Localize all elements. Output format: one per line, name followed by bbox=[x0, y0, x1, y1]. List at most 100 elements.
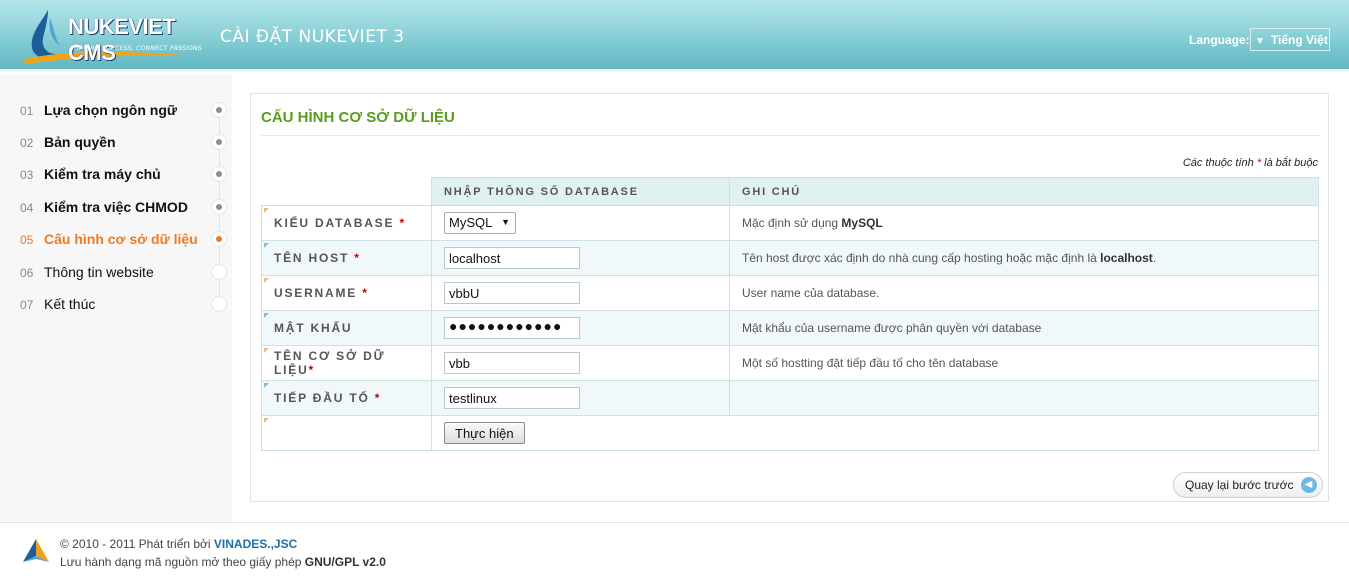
header: NUKEVIET CMS SHARING SUCCESS, CONNECT PA… bbox=[0, 0, 1349, 72]
step-label: Cấu hình cơ sở dữ liệu bbox=[44, 231, 198, 247]
back-button-label: Quay lại bước trước bbox=[1185, 478, 1294, 492]
table-header-row: NHẬP THÔNG SỐ DATABASE GHI CHÚ bbox=[261, 177, 1319, 206]
copyright-text: © 2010 - 2011 Phát triển bởi bbox=[60, 537, 214, 551]
table-row: USERNAME * User name của database. bbox=[261, 275, 1319, 311]
step-number: 01 bbox=[20, 104, 34, 118]
header-blank-cell bbox=[261, 177, 432, 206]
back-button[interactable]: Quay lại bước trước ◀ bbox=[1173, 472, 1323, 498]
required-star: * bbox=[1256, 157, 1262, 169]
required-note: Các thuộc tính * là bắt buộc bbox=[1183, 157, 1318, 169]
row-note: Tên host được xác định do nhà cung cấp h… bbox=[729, 240, 1319, 276]
row-label: MẬT KHẨU bbox=[261, 310, 432, 346]
required-star: * bbox=[362, 286, 369, 300]
chevron-down-icon: ▼ bbox=[1255, 36, 1265, 47]
required-star: * bbox=[354, 251, 361, 265]
database-config-panel: CẤU HÌNH CƠ SỞ DỮ LIỆU Các thuộc tính * … bbox=[250, 93, 1329, 502]
row-note: User name của database. bbox=[729, 275, 1319, 311]
required-note-prefix: Các thuộc tính bbox=[1182, 157, 1254, 169]
db-type-select[interactable]: MySQL ▼ bbox=[444, 212, 516, 234]
title-divider bbox=[261, 135, 1319, 136]
step-label: Kết thúc bbox=[44, 296, 96, 312]
step-website-info: 06 Thông tin website bbox=[0, 261, 232, 285]
row-note: Một số hostting đặt tiếp đầu tố cho tên … bbox=[729, 345, 1319, 381]
table-row: TÊN CƠ SỞ DỮ LIỆU* Một số hostting đặt t… bbox=[261, 345, 1319, 381]
row-label: USERNAME * bbox=[261, 275, 432, 311]
note-text: User name của database. bbox=[742, 286, 880, 300]
step-label: Kiểm tra máy chủ bbox=[44, 166, 161, 182]
license-text: Lưu hành dạng mã nguồn mở theo giấy phép bbox=[60, 555, 305, 569]
field-label-db-name: TÊN CƠ SỞ DỮ LIỆU bbox=[274, 349, 386, 377]
license-name: GNU/GPL v2.0 bbox=[304, 555, 386, 569]
field-label-password: MẬT KHẨU bbox=[274, 321, 353, 335]
note-text: Một số hostting đặt tiếp đầu tố cho tên … bbox=[742, 356, 999, 370]
step-status-dot-icon bbox=[211, 264, 227, 280]
step-server-check[interactable]: 03 Kiểm tra máy chủ bbox=[0, 163, 232, 187]
row-note bbox=[729, 380, 1319, 416]
language-value: Tiếng Việt bbox=[1270, 33, 1328, 47]
language-select[interactable]: ▼ Tiếng Việt bbox=[1250, 28, 1330, 51]
submit-button[interactable]: Thực hiện bbox=[444, 422, 525, 444]
row-label: TÊN HOST * bbox=[261, 240, 432, 276]
chevron-down-icon: ▼ bbox=[501, 217, 510, 227]
required-star: * bbox=[308, 363, 316, 377]
password-input[interactable]: ●●●●●●●●●●●● bbox=[444, 317, 580, 339]
note-bold: localhost bbox=[1100, 251, 1153, 265]
step-language[interactable]: 01 Lựa chọn ngôn ngữ bbox=[0, 99, 232, 123]
host-input[interactable] bbox=[444, 247, 580, 269]
field-label-prefix: TIẾP ĐẦU TỐ bbox=[274, 391, 370, 405]
footer-copyright: © 2010 - 2011 Phát triển bởi VINADES.,JS… bbox=[60, 537, 297, 551]
row-input-cell bbox=[431, 380, 730, 416]
step-label: Bản quyền bbox=[44, 134, 116, 150]
vinades-link[interactable]: VINADES.,JSC bbox=[214, 537, 297, 551]
nukeviet-logo[interactable]: NUKEVIET CMS SHARING SUCCESS, CONNECT PA… bbox=[18, 6, 202, 66]
table-row-submit: Thực hiện bbox=[261, 415, 1319, 451]
arrow-left-icon: ◀ bbox=[1300, 477, 1317, 493]
row-input-cell bbox=[431, 345, 730, 381]
step-status-dot-icon bbox=[211, 296, 227, 312]
row-label: KIỂU DATABASE * bbox=[261, 205, 432, 241]
note-text: Tên host được xác định do nhà cung cấp h… bbox=[742, 251, 1101, 265]
username-input[interactable] bbox=[444, 282, 580, 304]
install-steps-sidebar: 01 Lựa chọn ngôn ngữ 02 Bản quyền 03 Kiể… bbox=[0, 75, 232, 522]
table-row: MẬT KHẨU ●●●●●●●●●●●● Mật khẩu của usern… bbox=[261, 310, 1319, 346]
database-settings-table: NHẬP THÔNG SỐ DATABASE GHI CHÚ KIỂU DATA… bbox=[261, 177, 1319, 451]
step-status-dot-icon bbox=[211, 102, 227, 118]
step-chmod-check[interactable]: 04 Kiểm tra việc CHMOD bbox=[0, 196, 232, 220]
table-row: TIẾP ĐẦU TỐ * bbox=[261, 380, 1319, 416]
vinades-logo-icon bbox=[23, 539, 49, 562]
footer-license: Lưu hành dạng mã nguồn mở theo giấy phép… bbox=[60, 555, 386, 569]
column-header-note: GHI CHÚ bbox=[729, 177, 1319, 206]
row-input-cell: MySQL ▼ bbox=[431, 205, 730, 241]
language-label: Language: bbox=[1189, 33, 1250, 47]
step-label: Thông tin website bbox=[44, 264, 154, 280]
note-suffix: . bbox=[1152, 251, 1157, 265]
note-bold: MySQL bbox=[841, 216, 883, 230]
step-number: 06 bbox=[20, 266, 34, 280]
db-name-input[interactable] bbox=[444, 352, 580, 374]
row-input-cell bbox=[431, 275, 730, 311]
table-prefix-input[interactable] bbox=[444, 387, 580, 409]
note-text: Mật khẩu của username được phân quyền vớ… bbox=[742, 321, 1042, 335]
required-note-suffix: là bắt buộc bbox=[1264, 157, 1318, 169]
step-database-config[interactable]: 05 Cấu hình cơ sở dữ liệu bbox=[0, 228, 232, 252]
step-number: 02 bbox=[20, 136, 34, 150]
step-license[interactable]: 02 Bản quyền bbox=[0, 131, 232, 155]
column-header-input: NHẬP THÔNG SỐ DATABASE bbox=[431, 177, 730, 206]
step-number: 04 bbox=[20, 201, 34, 215]
row-note: Mặc định sử dụng MySQL bbox=[729, 205, 1319, 241]
row-input-cell: ●●●●●●●●●●●● bbox=[431, 310, 730, 346]
row-label bbox=[261, 415, 432, 451]
row-input-cell bbox=[431, 240, 730, 276]
section-title: CẤU HÌNH CƠ SỞ DỮ LIỆU bbox=[261, 109, 455, 126]
step-status-dot-icon bbox=[211, 166, 227, 182]
step-number: 05 bbox=[20, 233, 34, 247]
field-label-db-type: KIỂU DATABASE bbox=[274, 216, 395, 230]
table-row: TÊN HOST * Tên host được xác định do nhà… bbox=[261, 240, 1319, 276]
row-label: TIẾP ĐẦU TỐ * bbox=[261, 380, 432, 416]
step-status-dot-icon bbox=[211, 199, 227, 215]
logo-tagline: SHARING SUCCESS, CONNECT PASSIONS bbox=[70, 45, 202, 52]
table-row: KIỂU DATABASE * MySQL ▼ Mặc định sử dụng … bbox=[261, 205, 1319, 241]
db-type-value: MySQL bbox=[449, 215, 493, 230]
footer-divider bbox=[0, 522, 1349, 523]
step-number: 03 bbox=[20, 168, 34, 182]
